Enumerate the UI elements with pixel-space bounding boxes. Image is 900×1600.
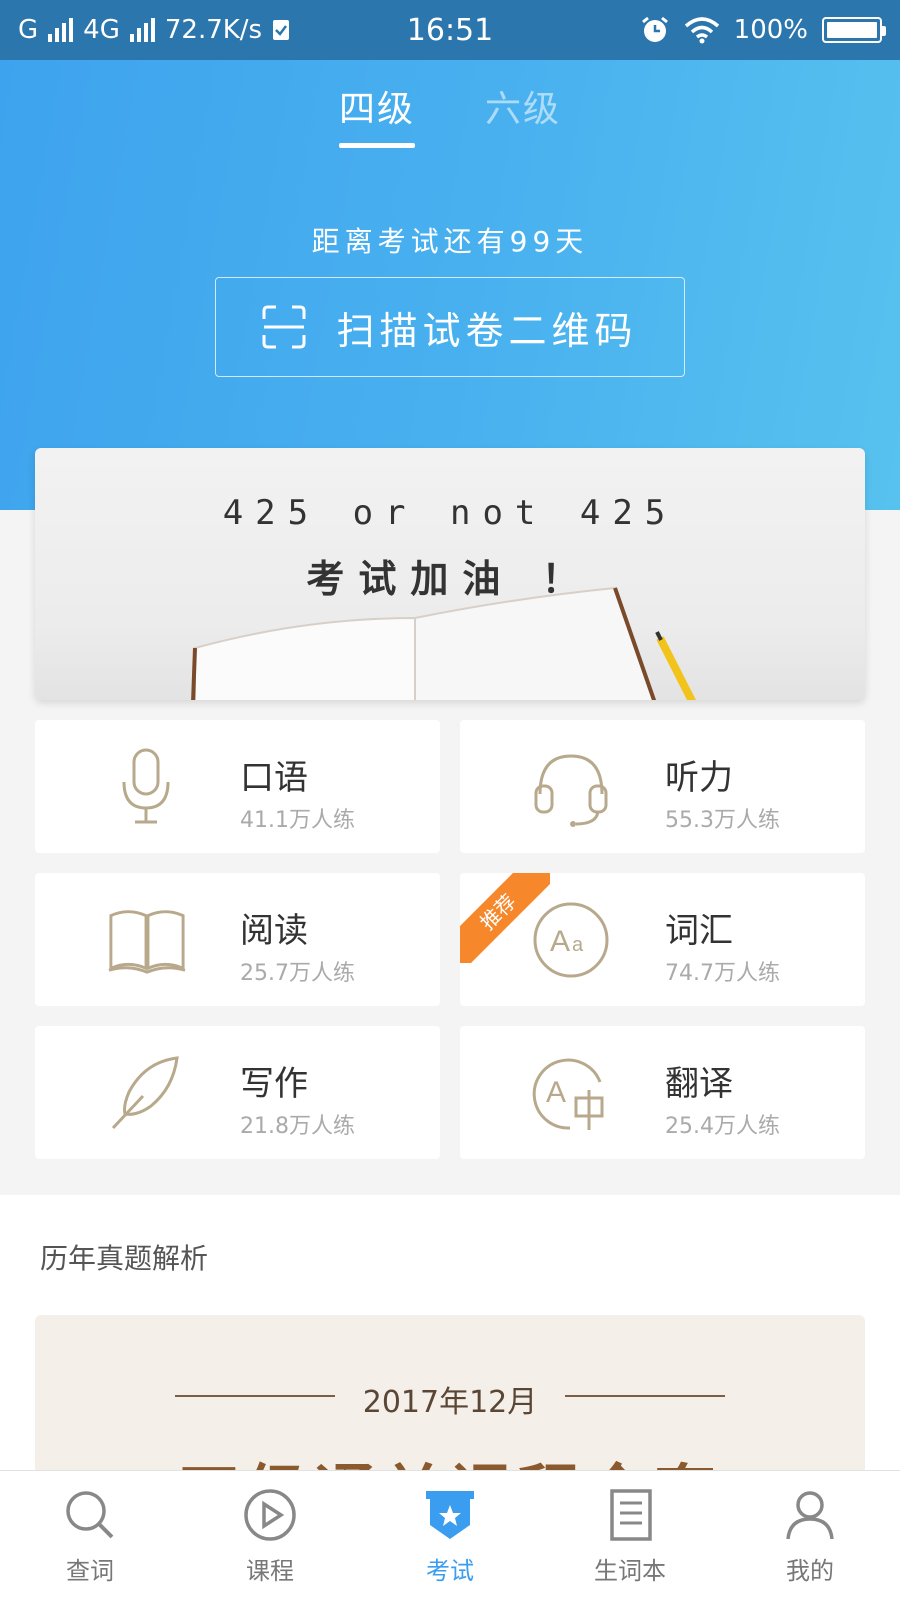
practice-title: 词汇 <box>665 911 733 951</box>
practice-translation-card[interactable]: A 翻译 25.4万人练 <box>460 1026 865 1159</box>
section-title: 历年真题解析 <box>40 1242 209 1275</box>
practice-title: 写作 <box>240 1064 308 1104</box>
svg-text:a: a <box>572 934 584 956</box>
scan-qr-button[interactable]: 扫描试卷二维码 <box>215 277 685 377</box>
check-icon <box>273 20 290 40</box>
tab-label: 考试 <box>426 1557 474 1585</box>
signal-icon <box>48 18 74 42</box>
scan-button-label: 扫描试卷二维码 <box>336 308 638 353</box>
scan-icon <box>262 305 306 349</box>
practice-speaking-card[interactable]: 口语 41.1万人练 <box>35 720 440 853</box>
status-bar: G 4G 72.7K/s 16:51 100% <box>0 0 900 60</box>
practice-count: 55.3万人练 <box>665 808 780 833</box>
tab-label: 查词 <box>66 1557 114 1585</box>
signal-icon <box>129 18 155 42</box>
practice-title: 口语 <box>240 758 308 798</box>
tab-label: 课程 <box>246 1557 294 1585</box>
practice-title: 听力 <box>665 758 733 798</box>
carrier-label: G <box>18 15 39 45</box>
clock: 16:51 <box>406 12 494 48</box>
tab-cet6[interactable]: 六级 <box>485 80 561 142</box>
practice-count: 25.4万人练 <box>665 1114 780 1139</box>
user-icon <box>786 1491 834 1540</box>
practice-vocabulary-card[interactable]: 推荐 Aa 词汇 74.7万人练 <box>460 873 865 1006</box>
tab-profile[interactable]: 我的 <box>720 1471 900 1600</box>
play-icon <box>244 1489 296 1541</box>
exam-header: 四级 六级 距离考试还有99天 扫描试卷二维码 <box>0 60 900 510</box>
tab-label: 我的 <box>786 1557 834 1585</box>
svg-text:A: A <box>550 925 570 958</box>
bottom-tab-bar: 查词 课程 考试 生词本 我的 <box>0 1470 900 1600</box>
vocabulary-icon: Aa <box>533 902 609 978</box>
network-speed: 72.7K/s <box>164 15 263 45</box>
practice-listening-card[interactable]: 听力 55.3万人练 <box>460 720 865 853</box>
practice-writing-card[interactable]: 写作 21.8万人练 <box>35 1026 440 1159</box>
headset-icon <box>534 754 608 827</box>
tab-exam[interactable]: 考试 <box>360 1471 540 1600</box>
encouragement-banner[interactable]: 425 or not 425 考试加油 ！ <box>35 448 865 700</box>
translate-icon: A <box>532 1058 604 1130</box>
open-notebook-illustration <box>191 586 696 700</box>
network-type: 4G <box>83 15 120 45</box>
tab-cet4[interactable]: 四级 <box>338 80 416 148</box>
practice-count: 41.1万人练 <box>240 808 355 833</box>
wifi-icon <box>684 17 719 44</box>
practice-count: 25.7万人练 <box>240 961 355 986</box>
course-banner-date: 2017年12月 <box>362 1385 538 1420</box>
practice-reading-card[interactable]: 阅读 25.7万人练 <box>35 873 440 1006</box>
svg-text:A: A <box>546 1076 566 1109</box>
alarm-icon <box>641 16 668 42</box>
practice-title: 阅读 <box>240 911 308 951</box>
exam-countdown: 距离考试还有99天 <box>311 225 589 258</box>
tab-dictionary[interactable]: 查词 <box>0 1471 180 1600</box>
search-icon <box>66 1491 114 1539</box>
practice-title: 翻译 <box>665 1064 733 1104</box>
exam-icon <box>426 1491 474 1539</box>
battery-icon <box>822 17 886 43</box>
level-tabs: 四级 六级 <box>0 80 900 148</box>
past-papers-section: 历年真题解析 2017年12月 四级通关课程全套 <box>0 1195 900 1515</box>
book-icon <box>108 910 186 974</box>
banner-headline: 425 or not 425 <box>222 493 678 533</box>
tab-wordbook[interactable]: 生词本 <box>540 1471 720 1600</box>
microphone-icon <box>122 748 170 824</box>
tab-label: 生词本 <box>594 1557 666 1585</box>
quill-icon <box>111 1056 179 1130</box>
battery-percent: 100% <box>733 15 808 45</box>
practice-grid: 口语 41.1万人练 听力 55.3万人练 阅读 25.7万人练 推荐 Aa 词… <box>35 720 865 1159</box>
practice-count: 21.8万人练 <box>240 1114 355 1139</box>
notebook-icon <box>610 1489 652 1541</box>
practice-count: 74.7万人练 <box>665 961 780 986</box>
tab-courses[interactable]: 课程 <box>180 1471 360 1600</box>
